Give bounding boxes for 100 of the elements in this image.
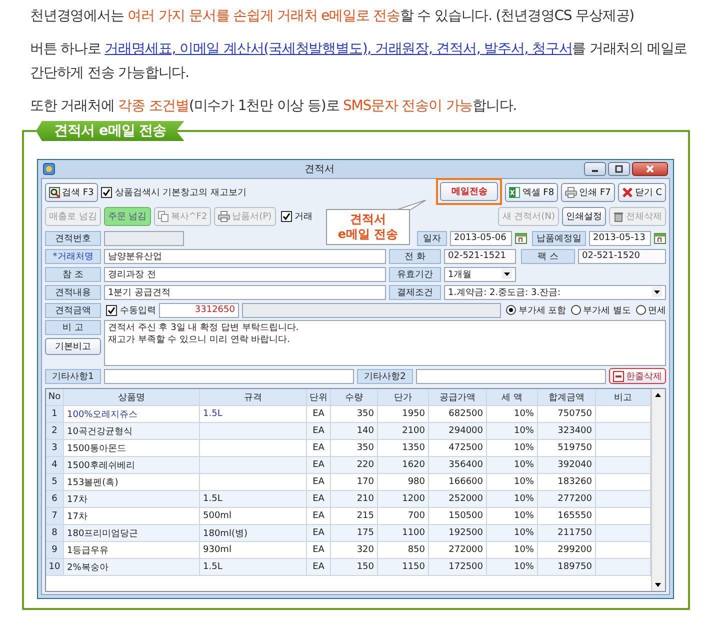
column-header[interactable]: 수량 xyxy=(331,389,378,405)
extra-field[interactable] xyxy=(104,368,354,384)
table-cell: 150 xyxy=(331,559,378,575)
table-cell: EA xyxy=(307,423,331,439)
default-note-button[interactable]: 기본비고 xyxy=(45,338,101,355)
delete-row-button[interactable]: 한줄삭제 xyxy=(609,368,666,384)
callout: 견적서 e메일 전송 xyxy=(326,209,410,245)
checkbox[interactable] xyxy=(280,210,292,222)
extra-field[interactable] xyxy=(416,368,606,384)
toolbar-button[interactable]: 인쇄 F7 xyxy=(561,182,615,202)
table-cell: 180ml(병) xyxy=(200,525,307,541)
content-field[interactable]: 1분기 공급견적 xyxy=(104,284,386,300)
column-header[interactable]: 단위 xyxy=(307,389,331,405)
checkbox[interactable] xyxy=(106,304,117,316)
column-header[interactable]: 합계금액 xyxy=(538,389,596,405)
field-label: 팩 스 xyxy=(521,248,575,264)
toolbar-button[interactable]: 주문 넘김 xyxy=(104,206,151,226)
table-cell: 8 xyxy=(46,525,64,541)
quote-number-field[interactable] xyxy=(104,230,184,246)
table-cell: 1500후레쉬베리 xyxy=(64,457,200,473)
field-label: *거래처명 xyxy=(45,248,101,264)
radio-label: 면세 xyxy=(648,304,666,316)
trash-icon xyxy=(613,210,624,222)
table-cell: 980 xyxy=(378,474,429,490)
fax-field[interactable]: 02-521-1520 xyxy=(578,248,666,264)
table-cell: 150500 xyxy=(429,508,487,524)
column-header[interactable]: 규격 xyxy=(200,389,307,405)
close-button[interactable] xyxy=(632,162,668,176)
table-cell: 1.5L xyxy=(200,491,307,507)
radio-label: 부가세 별도 xyxy=(583,304,631,316)
intro-paragraph: 또한 거래처에 각종 조건별(미수가 1천만 이상 등)로 SMS문자 전송이 가능합니다. xyxy=(30,97,518,116)
payment-terms-dropdown[interactable]: 1.계약금: 2.중도금: 3.잔금: xyxy=(444,284,666,300)
checkbox[interactable] xyxy=(100,186,112,198)
table-cell: EA xyxy=(307,440,331,456)
maximize-icon xyxy=(615,165,623,173)
toolbar-button[interactable]: 검색 F3 xyxy=(45,182,98,202)
table-cell: 519750 xyxy=(538,440,596,456)
calendar-icon[interactable] xyxy=(654,232,666,244)
table-cell: 1500통아몬드 xyxy=(64,440,200,456)
column-header[interactable]: 상품명 xyxy=(64,389,200,405)
mail-send-button[interactable]: 메일전송 xyxy=(440,182,498,200)
table-cell: 294000 xyxy=(429,423,487,439)
radio-button[interactable] xyxy=(506,305,516,315)
minimize-button[interactable] xyxy=(584,162,606,176)
radio-label: 부가세 포함 xyxy=(518,304,566,316)
client-name-field[interactable]: 남양분유산업 xyxy=(104,248,386,264)
phone-field[interactable]: 02-521-1521 xyxy=(444,248,516,264)
table-cell: 2%복숭아 xyxy=(64,559,200,575)
field-label: 비 고 xyxy=(45,320,101,335)
note-textarea[interactable]: 견적서 주신 후 3일 내 확정 답변 부탁드립니다. 재고가 부족할 수 있으니 미리 연락 바랍니다. xyxy=(104,320,666,366)
date-field[interactable]: 2013-05-06 xyxy=(450,230,512,246)
table-cell: 1 xyxy=(46,406,64,422)
table-cell: 10% xyxy=(487,491,538,507)
table-cell: 10% xyxy=(487,457,538,473)
toolbar-button[interactable]: 엑셀 F8 xyxy=(505,182,558,202)
reference-field[interactable]: 경리과장 전 xyxy=(104,266,386,282)
amount-field[interactable]: 3312650 xyxy=(159,302,239,318)
column-header[interactable]: 공급가액 xyxy=(429,389,487,405)
close-icon xyxy=(622,186,633,198)
table-cell: 140 xyxy=(331,423,378,439)
table-cell: 189750 xyxy=(538,559,596,575)
table-cell: EA xyxy=(307,542,331,558)
search-icon xyxy=(49,186,60,198)
minus-icon xyxy=(613,370,624,382)
table-cell: 153볼펜(흑) xyxy=(64,474,200,490)
column-header[interactable]: 단가 xyxy=(378,389,429,405)
table-cell: 17차 xyxy=(64,491,200,507)
calendar-icon[interactable] xyxy=(515,232,527,244)
field-label: 기타사항2 xyxy=(357,368,413,384)
table-cell: EA xyxy=(307,406,331,422)
table-cell: 2 xyxy=(46,423,64,439)
column-header[interactable]: 세 액 xyxy=(487,389,538,405)
field-label: 전 화 xyxy=(389,248,441,264)
table-cell: 350 xyxy=(331,440,378,456)
radio-button[interactable] xyxy=(636,305,646,315)
scrollbar[interactable] xyxy=(651,389,665,591)
maximize-button[interactable] xyxy=(608,162,630,176)
table-cell: 1950 xyxy=(378,406,429,422)
validity-dropdown[interactable]: 1개월 xyxy=(444,266,516,282)
spreadsheet-icon xyxy=(509,186,520,198)
table-cell: 350 xyxy=(331,406,378,422)
table-cell: 10% xyxy=(487,474,538,490)
table-cell: EA xyxy=(307,491,331,507)
date-field[interactable]: 2013-05-13 xyxy=(589,230,651,246)
checkbox-label: 상품검색시 기본창고의 재고보기 xyxy=(114,186,246,198)
table-cell: 9 xyxy=(46,542,64,558)
column-header[interactable]: No xyxy=(46,389,64,405)
radio-button[interactable] xyxy=(571,305,582,315)
table-cell: 252000 xyxy=(429,491,487,507)
table-cell: 500ml xyxy=(200,508,307,524)
table-cell: 700 xyxy=(378,508,429,524)
table-cell: 930ml xyxy=(200,542,307,558)
table-cell: 10% xyxy=(487,423,538,439)
table-cell: 299200 xyxy=(538,542,596,558)
document-types-link[interactable]: 거래명세표, 이메일 계산서(국세청발행별도), 거래원장, 견적서, 발주서, 청구서 xyxy=(104,41,572,57)
table-cell: 7 xyxy=(46,508,64,524)
table-cell: 220 xyxy=(331,457,378,473)
callout-pointer xyxy=(396,200,426,210)
toolbar-button[interactable]: 인쇄설정 xyxy=(562,206,606,226)
toolbar-button[interactable]: 닫기 C xyxy=(618,182,666,202)
